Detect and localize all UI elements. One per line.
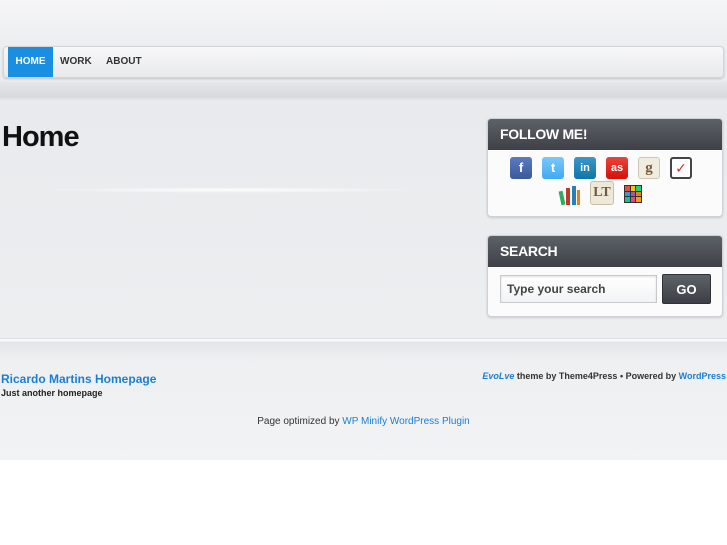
optimized-note: Page optimized by WP Minify WordPress Pl… [0, 416, 727, 427]
theme-by-text: theme by Theme4Press [514, 371, 618, 381]
site-tagline: Just another homepage [1, 388, 103, 398]
nav-item-work[interactable]: WORK [60, 47, 92, 77]
lastfm-icon[interactable]: as [606, 157, 628, 179]
main-navigation: HOME WORK ABOUT [3, 46, 724, 78]
search-input[interactable] [500, 275, 657, 303]
search-widget: SEARCH GO [487, 235, 723, 317]
theme-link[interactable]: EvoLve [482, 371, 514, 381]
title-divider [30, 187, 430, 193]
search-go-button[interactable]: GO [662, 274, 711, 304]
header-band [0, 82, 727, 100]
wp-minify-link[interactable]: WP Minify WordPress Plugin [342, 416, 469, 427]
librarything-icon[interactable]: LT [590, 181, 614, 205]
search-title: SEARCH [488, 236, 722, 267]
facebook-icon[interactable]: f [510, 157, 532, 179]
footer-band [0, 342, 727, 358]
mosaic-graphic [624, 185, 642, 203]
bookshelf-icon[interactable] [558, 182, 582, 206]
nav-item-about[interactable]: ABOUT [106, 47, 142, 77]
linkedin-icon[interactable]: in [574, 157, 596, 179]
footer-divider [0, 338, 727, 341]
powered-by-text: Powered by [625, 371, 679, 381]
follow-me-widget: FOLLOW ME! f t in as g ✓ LT [487, 118, 723, 217]
optimized-prefix: Page optimized by [257, 416, 343, 427]
nav-item-home[interactable]: HOME [8, 47, 53, 77]
mosaic-icon[interactable] [624, 185, 642, 203]
follow-me-title: FOLLOW ME! [488, 119, 722, 150]
footer-credits: EvoLve theme by Theme4Press • Powered by… [482, 371, 726, 381]
page-background: HOME WORK ABOUT Home FOLLOW ME! f t in a… [0, 0, 727, 460]
bookshelf-graphic [558, 186, 580, 206]
credits-separator: • [619, 371, 624, 381]
twitter-icon[interactable]: t [542, 157, 564, 179]
page-title: Home [2, 121, 80, 153]
goodreads-icon[interactable]: g [638, 157, 660, 179]
site-name-link[interactable]: Ricardo Martins Homepage [1, 372, 156, 386]
wordpress-link[interactable]: WordPress [679, 371, 726, 381]
todoist-icon[interactable]: ✓ [670, 157, 692, 179]
